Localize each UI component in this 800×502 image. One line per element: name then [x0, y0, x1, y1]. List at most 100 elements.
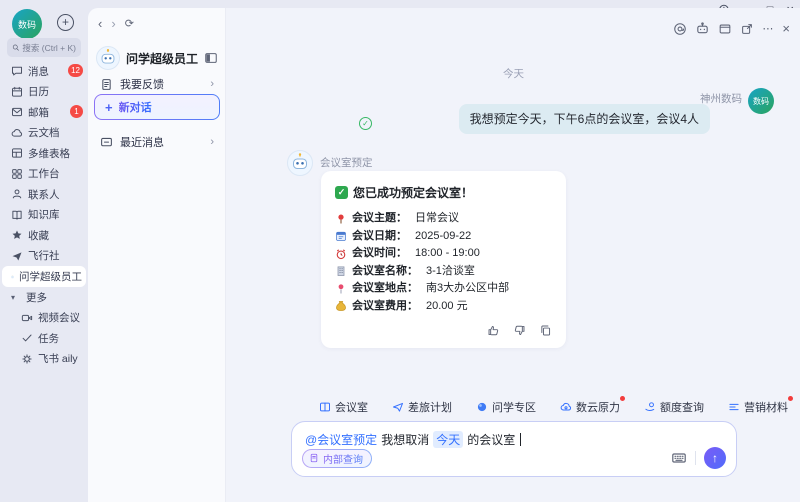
sidebar-item-cloud-docs[interactable]: 云文档	[0, 123, 88, 144]
agent-title: 问学超级员工	[126, 50, 198, 67]
composer-text-after: 的会议室	[467, 431, 515, 448]
open-in-new-icon[interactable]	[740, 22, 754, 36]
agent-avatar	[96, 46, 120, 70]
feedback-entry[interactable]: 我要反馈 ›	[94, 72, 220, 96]
search-input[interactable]: 搜索 (Ctrl + K)	[7, 38, 81, 57]
new-chat-button[interactable]: + 新对话	[94, 94, 220, 120]
chevron-down-icon: ▾	[11, 293, 21, 302]
close-chat-icon[interactable]: ×	[782, 21, 790, 36]
user-message-bubble[interactable]: 我想预定今天，下午6点的会议室，会议4人	[459, 104, 710, 134]
chat-header-actions: ⋯ ×	[673, 21, 790, 36]
nav-history-controls: ‹ › ⟳	[98, 16, 134, 31]
sidebar-item-messages[interactable]: 消息 12	[0, 61, 88, 82]
recent-messages-entry[interactable]: 最近消息 ›	[94, 130, 220, 154]
paper-plane-icon	[392, 401, 404, 413]
sidebar-item-wenxue-agent[interactable]: 问学超级员工	[2, 266, 86, 287]
app-sidebar: 数码 + 搜索 (Ctrl + K) 消息 12 日历 邮箱 1 云文档 多维表…	[0, 0, 88, 502]
read-receipt-icon: ✓	[359, 117, 372, 130]
chevron-right-icon: ›	[210, 78, 214, 90]
sidebar-more-toggle[interactable]: ▾ 更多	[0, 287, 88, 308]
add-button[interactable]: +	[57, 14, 74, 31]
sidebar-more-label: 更多	[26, 290, 47, 305]
at-circle-icon[interactable]	[673, 22, 687, 36]
plus-icon: +	[105, 100, 113, 115]
notification-dot	[620, 396, 625, 401]
book-icon	[11, 209, 23, 221]
card-row-topic: 会议主题： 日常会议	[335, 210, 552, 228]
sidebar-item-feixingshe[interactable]: 飞行社	[0, 246, 88, 267]
card-row-room: 会议室名称： 3-1洽谈室	[335, 263, 552, 281]
pushpin-icon	[335, 213, 347, 225]
sidebar-item-feishu-aily[interactable]: 飞书 aily	[0, 349, 88, 370]
chip-travel-plan[interactable]: 差旅计划	[392, 399, 452, 415]
sidebar-item-label: 联系人	[28, 187, 60, 202]
text-cursor	[520, 433, 521, 446]
cloud-doc-icon	[11, 127, 23, 139]
sidebar-item-favorites[interactable]: 收藏	[0, 225, 88, 246]
sidebar-item-calendar[interactable]: 日历	[0, 82, 88, 103]
date-chip[interactable]: 今天	[433, 431, 463, 448]
cloud-icon	[560, 401, 572, 413]
list-icon	[728, 401, 740, 413]
chip-meeting-room[interactable]: 会议室	[319, 399, 368, 415]
robot-icon[interactable]	[695, 21, 710, 36]
video-camera-icon	[21, 312, 33, 324]
chip-marketing-materials[interactable]: 营销材料	[728, 399, 788, 415]
sidebar-item-label: 收藏	[28, 228, 49, 243]
search-placeholder: 搜索 (Ctrl + K)	[22, 42, 76, 54]
sidebar-item-workplace[interactable]: 工作台	[0, 164, 88, 185]
copy-icon[interactable]	[539, 324, 552, 337]
sidebar-item-tasks[interactable]: 任务	[0, 328, 88, 349]
building-icon	[335, 265, 347, 277]
refresh-button[interactable]: ⟳	[125, 17, 134, 30]
collapse-panel-icon[interactable]	[204, 51, 218, 65]
sidebar-item-label: 工作台	[28, 166, 60, 181]
chip-shuyun-force[interactable]: 数云原力	[560, 399, 620, 415]
sender-name: 神州数码	[700, 91, 742, 106]
sidebar-item-wiki[interactable]: 知识库	[0, 205, 88, 226]
mail-badge: 1	[70, 105, 83, 118]
messages-badge: 12	[68, 64, 83, 77]
sidebar-item-mail[interactable]: 邮箱 1	[0, 102, 88, 123]
main-window: ‹ › ⟳ 问学超级员工 我要反馈 › + 新对话 最近消息 ›	[88, 8, 800, 502]
send-button[interactable]: ↑	[704, 447, 726, 469]
sidebar-item-base[interactable]: 多维表格	[0, 143, 88, 164]
card-row-fee: 会议室费用： 20.00 元	[335, 298, 552, 316]
alarm-clock-icon	[335, 248, 347, 260]
money-bag-icon	[335, 300, 347, 312]
doc-icon	[309, 453, 319, 463]
composer-text-before: 我想取消	[381, 431, 429, 448]
card-row-time: 会议时间： 18:00 - 19:00	[335, 245, 552, 263]
bot-avatar[interactable]	[287, 150, 313, 176]
sidebar-item-label: 邮箱	[28, 105, 49, 120]
sidebar-item-contacts[interactable]: 联系人	[0, 184, 88, 205]
mention-chip[interactable]: @会议室预定	[305, 431, 377, 448]
chip-quota-query[interactable]: 额度查询	[644, 399, 704, 415]
thumbs-down-icon[interactable]	[513, 324, 526, 337]
date-separator: 今天	[227, 66, 800, 81]
sidebar-item-label: 多维表格	[28, 146, 70, 161]
internal-query-pill[interactable]: 内部查询	[302, 449, 372, 468]
window-icon[interactable]	[718, 22, 732, 36]
card-title: ✓ 您已成功预定会议室！	[335, 184, 552, 201]
book-panes-icon	[319, 401, 331, 413]
sidebar-item-label: 飞书 aily	[38, 351, 78, 366]
person-icon	[11, 188, 23, 200]
sidebar-item-label: 任务	[38, 331, 59, 346]
forward-button[interactable]: ›	[111, 16, 115, 31]
grid-table-icon	[11, 147, 23, 159]
more-actions-icon[interactable]: ⋯	[762, 22, 774, 35]
chip-wenxue-zone[interactable]: 问学专区	[476, 399, 536, 415]
new-chat-label: 新对话	[119, 99, 152, 115]
message-composer[interactable]: @会议室预定 我想取消 今天 的会议室 内部查询 ↑	[291, 421, 737, 477]
aily-gear-icon	[21, 353, 33, 365]
paper-plane-icon	[11, 250, 23, 262]
keyboard-icon[interactable]	[671, 450, 687, 466]
thumbs-up-icon[interactable]	[487, 324, 500, 337]
back-button[interactable]: ‹	[98, 16, 102, 31]
avatar[interactable]: 数码	[748, 88, 774, 114]
sidebar-item-video-meeting[interactable]: 视频会议	[0, 308, 88, 329]
calendar-emoji-icon	[335, 230, 347, 242]
success-check-icon: ✓	[335, 186, 348, 199]
user-avatar[interactable]: 数码	[12, 9, 42, 39]
